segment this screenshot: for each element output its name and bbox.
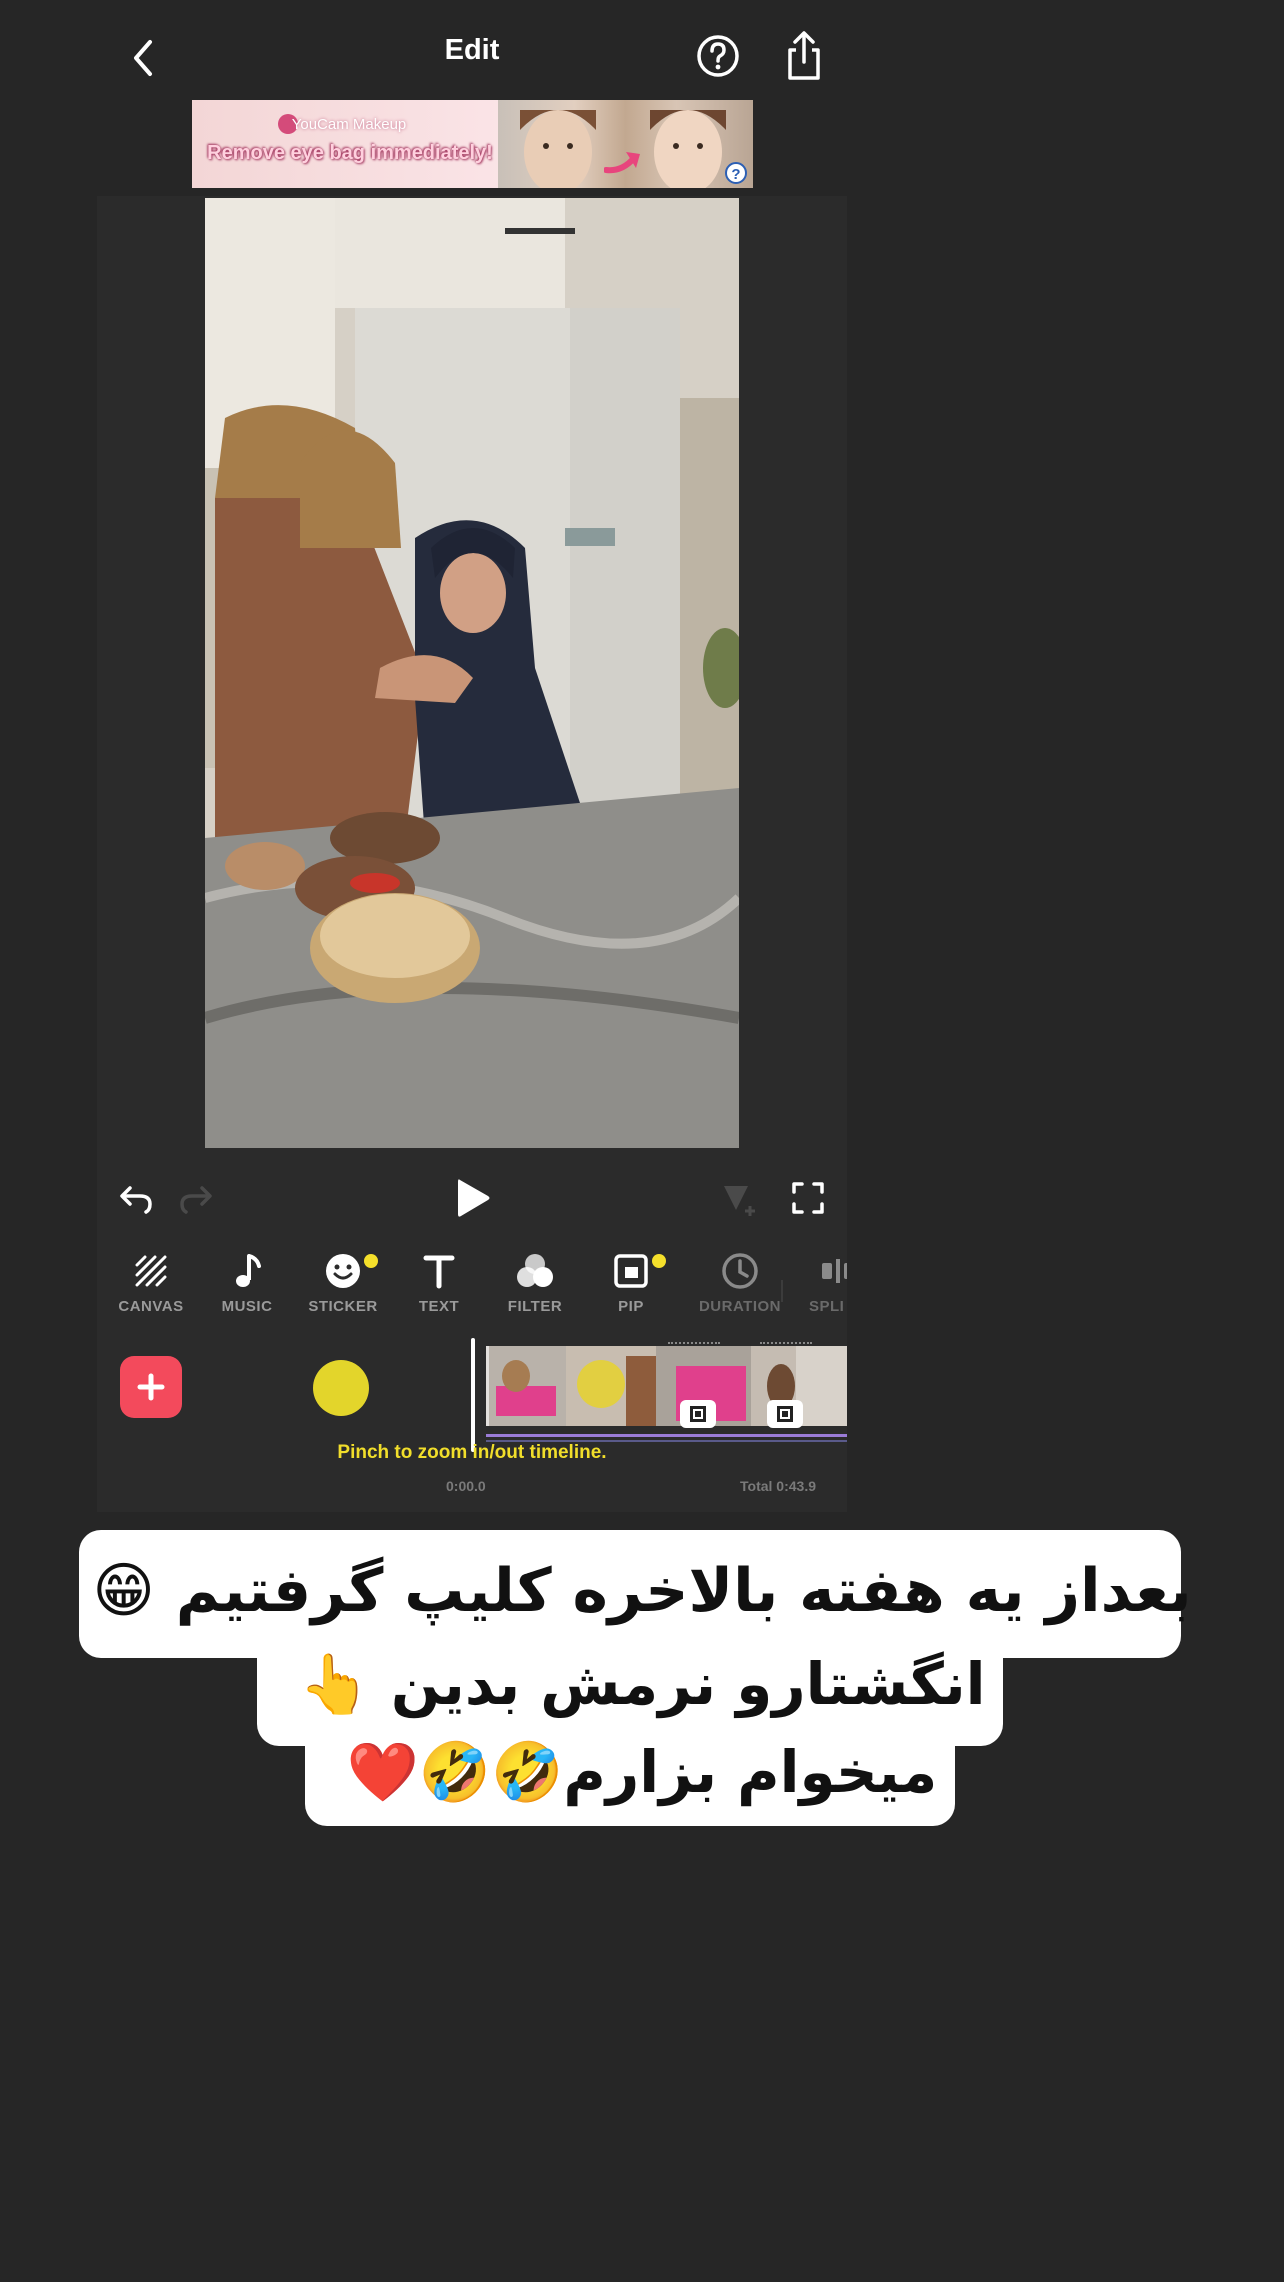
tool-label: CANVAS bbox=[118, 1298, 184, 1315]
tool-label: DURATION bbox=[698, 1298, 782, 1315]
tool-music[interactable]: MUSIC bbox=[202, 1250, 292, 1315]
edit-toolbar: CANVAS MUSIC STICKER TEXT FILTER PIP DUR… bbox=[97, 1236, 847, 1332]
ad-brand: YouCam Makeup bbox=[291, 116, 407, 133]
tool-label: TEXT bbox=[418, 1298, 460, 1315]
transition-button[interactable] bbox=[767, 1400, 803, 1428]
gesture-hint-indicator bbox=[313, 1360, 369, 1416]
music-note-icon bbox=[236, 1254, 261, 1287]
tool-pip[interactable]: PIP bbox=[586, 1250, 676, 1315]
tool-label: SPLI bbox=[809, 1298, 845, 1315]
clock-icon bbox=[722, 1253, 758, 1289]
current-time: 0:00.0 bbox=[446, 1478, 486, 1494]
timeline-hint: Pinch to zoom in/out timeline. bbox=[337, 1442, 607, 1463]
share-icon bbox=[788, 31, 820, 80]
filter-circles-icon bbox=[517, 1254, 553, 1287]
text-t-icon bbox=[423, 1255, 455, 1289]
total-duration: Total 0:43.9 bbox=[740, 1478, 816, 1494]
question-circle-icon bbox=[697, 35, 739, 77]
help-button[interactable] bbox=[694, 32, 742, 80]
split-icon bbox=[822, 1259, 847, 1283]
transition-icon bbox=[777, 1406, 793, 1422]
caption-line: بعداز یه هفته بالاخره کلیپ گرفتیم 😁 bbox=[92, 1556, 1192, 1626]
tool-split[interactable]: SPLI bbox=[791, 1250, 847, 1315]
clip-marker bbox=[760, 1342, 812, 1344]
ad-arrow-icon bbox=[604, 152, 640, 174]
caption-line: انگشتارو نرمش بدین 👆 bbox=[298, 1650, 986, 1718]
redo-button[interactable] bbox=[178, 1182, 214, 1214]
tool-canvas[interactable]: CANVAS bbox=[106, 1250, 196, 1315]
plus-icon bbox=[137, 1373, 165, 1401]
new-badge bbox=[652, 1254, 666, 1268]
play-button[interactable] bbox=[452, 1176, 492, 1220]
fullscreen-icon[interactable] bbox=[790, 1180, 826, 1216]
tool-label: MUSIC bbox=[221, 1298, 273, 1315]
caption-line: میخوام بزارم🤣🤣❤️ bbox=[346, 1738, 938, 1806]
ad-headline: Remove eye bag immediately! bbox=[207, 142, 493, 164]
clip-marker bbox=[668, 1342, 720, 1344]
video-preview[interactable] bbox=[205, 198, 739, 1148]
clip-thumbnail bbox=[486, 1346, 566, 1426]
tool-label: STICKER bbox=[308, 1298, 378, 1315]
tool-text[interactable]: TEXT bbox=[394, 1250, 484, 1315]
audio-track[interactable] bbox=[486, 1434, 847, 1437]
new-badge bbox=[364, 1254, 378, 1268]
add-media-button[interactable] bbox=[120, 1356, 182, 1418]
ad-banner[interactable]: YouCam Makeup Remove eye bag immediately… bbox=[192, 100, 753, 188]
tool-filter[interactable]: FILTER bbox=[490, 1250, 580, 1315]
sticker-smiley-icon bbox=[326, 1254, 360, 1288]
keyframe-add-icon[interactable] bbox=[722, 1182, 758, 1218]
ad-info-icon[interactable]: ? bbox=[725, 162, 747, 184]
transition-button[interactable] bbox=[680, 1400, 716, 1428]
canvas-icon bbox=[135, 1255, 167, 1287]
tool-label: FILTER bbox=[507, 1298, 563, 1315]
playhead[interactable] bbox=[471, 1338, 475, 1452]
tool-label: PIP bbox=[618, 1298, 644, 1315]
tool-duration[interactable]: DURATION bbox=[695, 1250, 785, 1315]
transition-icon bbox=[690, 1406, 706, 1422]
undo-button[interactable] bbox=[118, 1182, 154, 1214]
pip-icon bbox=[614, 1254, 648, 1288]
tool-sticker[interactable]: STICKER bbox=[298, 1250, 388, 1315]
clip-thumbnail bbox=[566, 1346, 656, 1426]
share-button[interactable] bbox=[780, 28, 828, 84]
